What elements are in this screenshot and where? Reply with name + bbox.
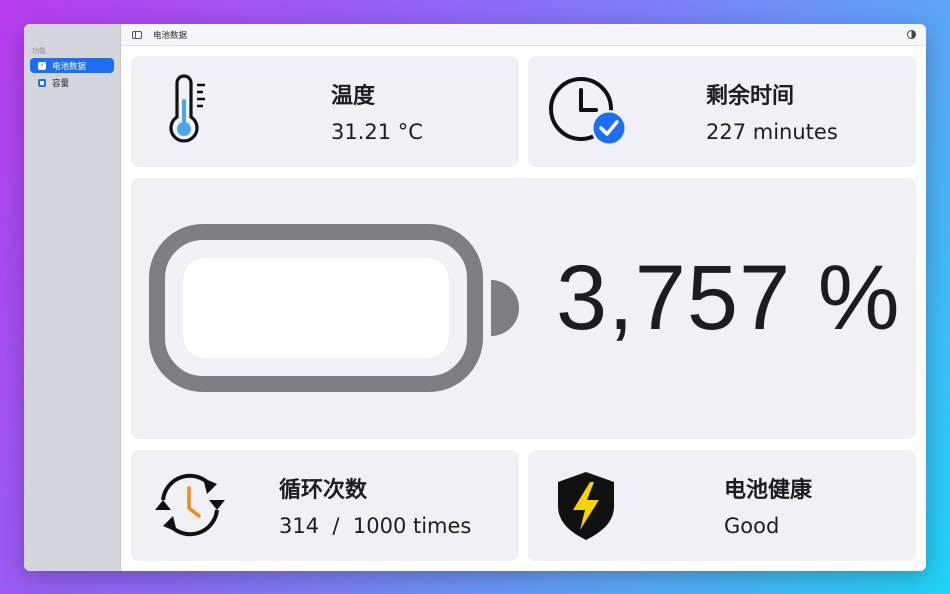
cycle-count-value: 314 / 1000 times [279,514,472,538]
cycle-count-title: 循环次数 [279,478,368,503]
thermometer-icon [169,74,205,143]
temperature-card: 温度 31.21 °C [131,56,519,167]
app-window: 功能 ⚡ 电池数据 容量 电池数据 温度 31.21 °C 剩余时间 227 m… [24,24,926,571]
battery-percentage: 3,757 % [556,247,901,349]
cycle-count-card: 循环次数 314 / 1000 times [131,450,519,561]
shield-bolt-icon [558,472,614,540]
remaining-time-title: 剩余时间 [706,84,795,109]
sidebar-item-label: 电池数据 [52,61,87,72]
remaining-time-value: 227 minutes [706,120,838,144]
battery-health-title: 电池健康 [724,478,813,503]
window-title: 电池数据 [153,30,188,41]
clock-check-icon [549,77,627,146]
toolbar: 电池数据 [121,24,926,46]
temperature-value: 31.21 °C [331,120,423,144]
sidebar-item-label: 容量 [52,78,70,89]
appearance-toggle-icon[interactable] [907,30,916,39]
sidebar-item-capacity[interactable]: 容量 [30,75,114,90]
sidebar-section-label: 功能 [32,47,46,55]
capacity-icon [38,78,46,87]
battery-health-card: 电池健康 Good [528,450,916,561]
temperature-title: 温度 [331,84,376,109]
remaining-time-card: 剩余时间 227 minutes [528,56,916,167]
sidebar: 功能 ⚡ 电池数据 容量 [24,24,121,571]
battery-icon [149,224,519,392]
battery-health-value: Good [724,514,780,538]
bolt-icon: ⚡ [38,61,46,70]
sidebar-item-battery-data[interactable]: ⚡ 电池数据 [30,58,114,73]
battery-card: 3,757 % [131,178,916,439]
sidebar-toggle-icon[interactable] [132,30,142,39]
cycle-clock-icon [155,473,225,537]
